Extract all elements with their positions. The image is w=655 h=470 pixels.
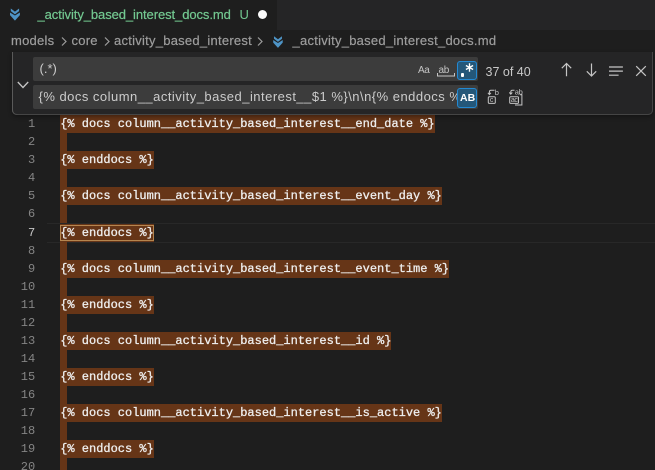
svg-text:b: b [495, 88, 499, 97]
svg-text:ac: ac [510, 97, 517, 104]
svg-text:c: c [490, 97, 494, 104]
